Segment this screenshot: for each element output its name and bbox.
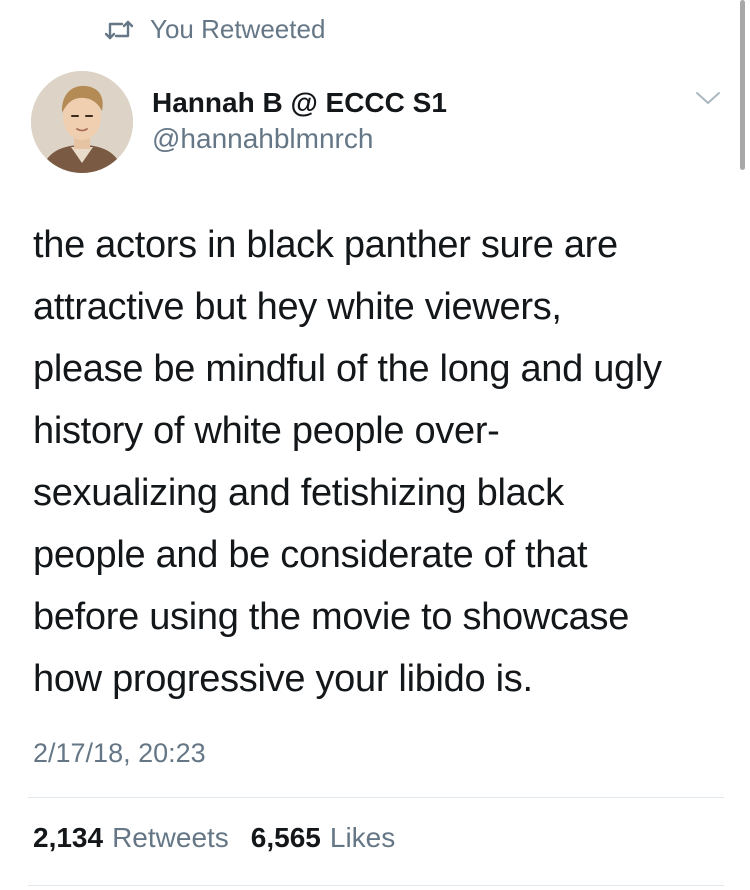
tweet-stats: 2,134 Retweets 6,565 Likes [33,822,417,854]
illustrated-portrait-avatar [31,71,133,173]
author-handle[interactable]: @hannahblmnrch [152,122,447,156]
chevron-down-icon[interactable] [695,90,721,106]
retweets-count[interactable]: 2,134 [33,822,103,854]
likes-label[interactable]: Likes [330,822,395,854]
divider [28,797,724,798]
retweet-context-text: You Retweeted [150,14,326,44]
retweet-icon [104,18,134,42]
avatar[interactable] [31,71,133,173]
likes-count[interactable]: 6,565 [251,822,321,854]
retweets-label[interactable]: Retweets [112,822,229,854]
author-display-name[interactable]: Hannah B @ ECCC S1 [152,86,447,120]
tweet-text: the actors in black panther sure are att… [33,224,662,700]
scrollbar[interactable] [740,0,745,170]
author-info[interactable]: Hannah B @ ECCC S1 @hannahblmnrch [152,86,447,156]
tweet-detail-page: You Retweeted Hannah B @ ECCC S1 @hannah… [0,0,750,890]
divider [28,885,724,886]
retweet-context: You Retweeted [104,14,325,45]
tweet-timestamp[interactable]: 2/17/18, 20:23 [33,738,206,769]
